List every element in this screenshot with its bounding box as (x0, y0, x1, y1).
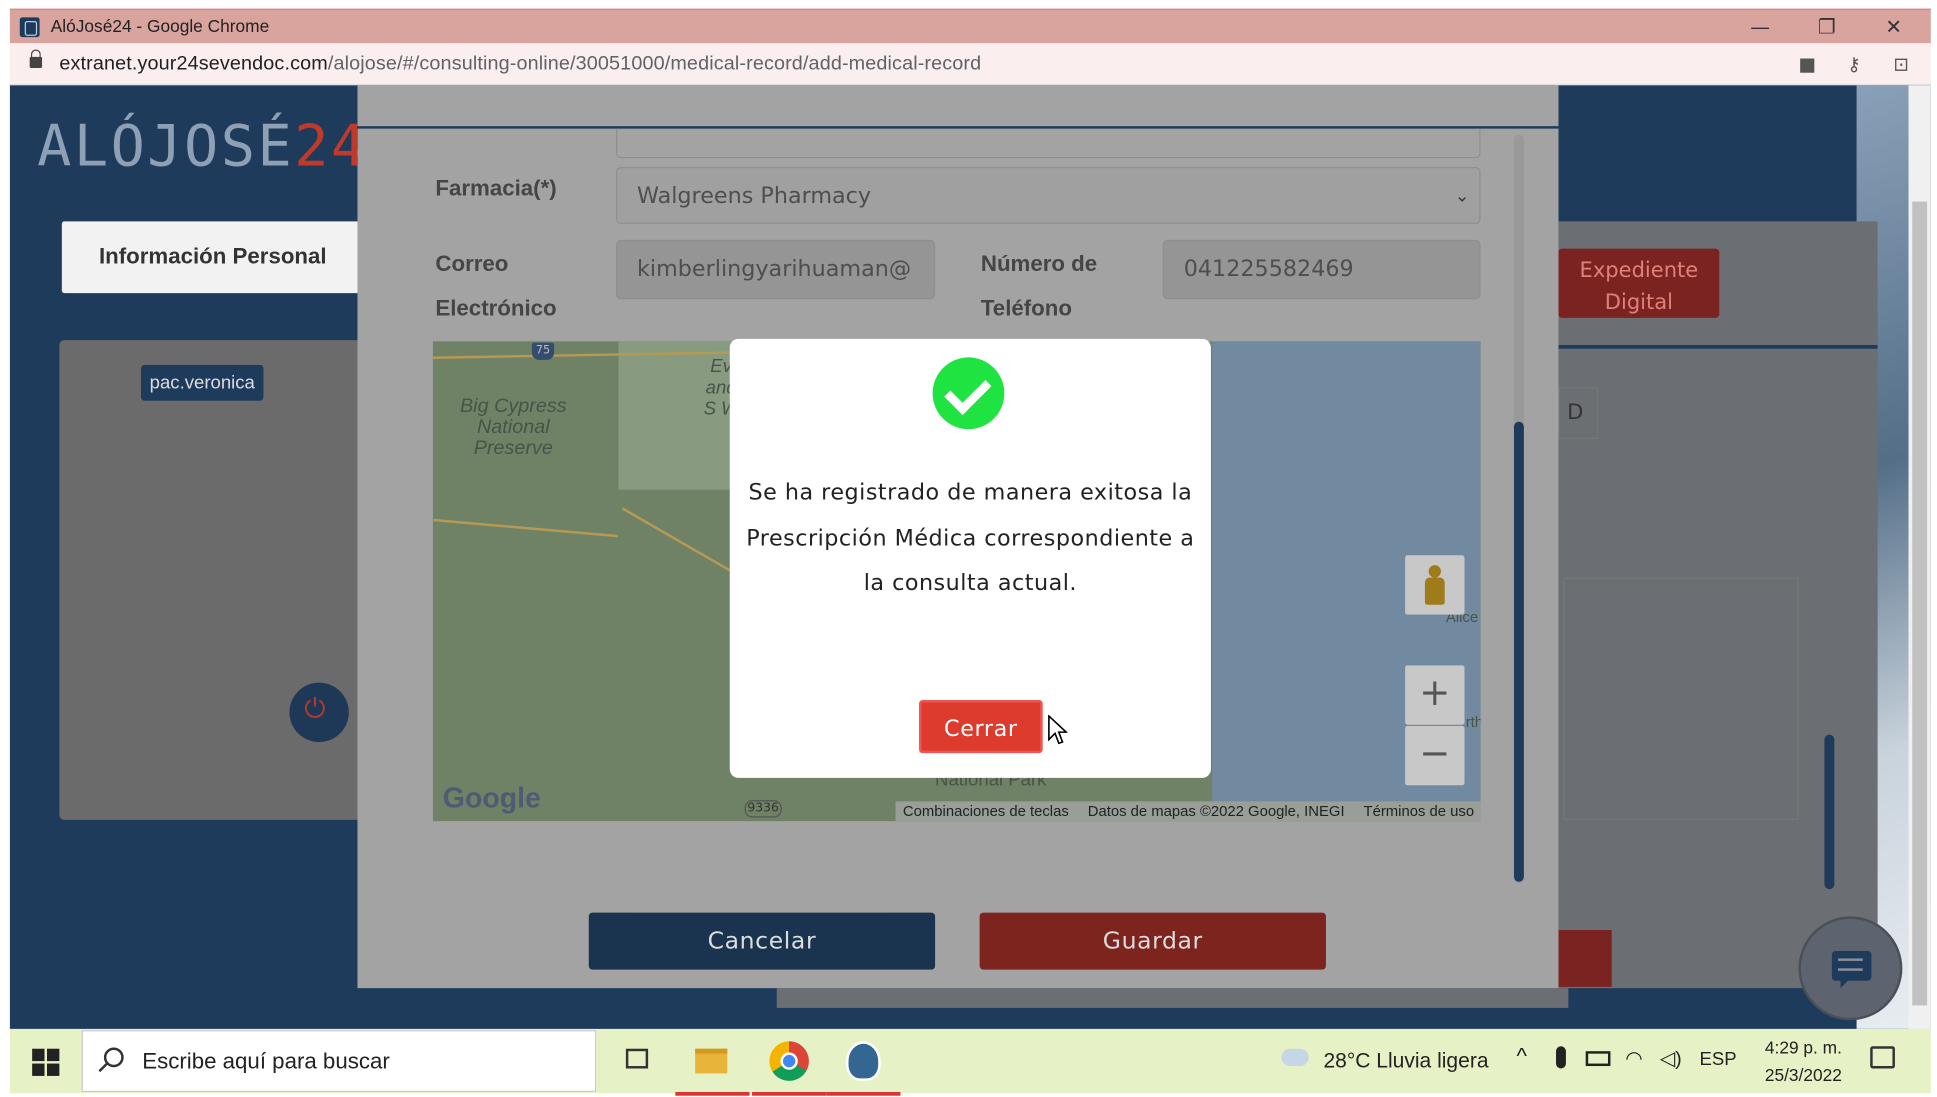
zoom-in-button[interactable]: + (1405, 665, 1465, 725)
wifi-icon[interactable]: ◠ (1625, 1046, 1642, 1071)
save-button[interactable]: Guardar (979, 912, 1326, 970)
farmacia-label: Farmacia(*) (435, 175, 557, 201)
right-panel-textarea[interactable] (1563, 577, 1799, 820)
clock-time: 4:29 p. m. (1764, 1037, 1842, 1058)
browser-scrollbar-thumb[interactable] (1912, 201, 1928, 1006)
taskbar-search-placeholder: Escribe aquí para buscar (142, 1048, 390, 1074)
close-window-button[interactable]: ✕ (1865, 12, 1922, 42)
restore-button[interactable]: ❐ (1798, 12, 1855, 42)
translate-icon[interactable]: ⊡ (1890, 53, 1912, 75)
weather-text[interactable]: 28°C Lluvia ligera (1323, 1049, 1488, 1074)
chat-lines-icon (1838, 958, 1863, 971)
chevron-up-icon[interactable]: ^ (1516, 1044, 1526, 1070)
map-data-text: Datos de mapas ©2022 Google, INEGI (1087, 802, 1345, 820)
app-favicon-icon (19, 17, 40, 38)
tab-personal-info-label: Información Personal (98, 243, 327, 269)
previous-field[interactable] (615, 128, 1481, 159)
farmacia-select[interactable]: Walgreens Pharmacy ⌄ (615, 166, 1481, 224)
search-icon (103, 1047, 124, 1068)
browser-title-bar: AlóJosé24 - Google Chrome — ❐ ✕ (9, 8, 1931, 44)
phone-field[interactable]: 041225582469 (1162, 239, 1481, 300)
email-field[interactable]: kimberlingyarihuaman@ (615, 239, 936, 300)
success-dialog: Se ha registrado de manera exitosa la Pr… (729, 338, 1211, 778)
google-logo[interactable]: Google (443, 782, 541, 815)
zoom-out-button[interactable]: − (1405, 725, 1465, 786)
notification-icon[interactable] (1870, 1046, 1895, 1069)
map-footer: Combinaciones de teclas Datos de mapas ©… (895, 801, 1481, 822)
postgres-icon[interactable] (826, 1039, 901, 1096)
route-shield-9336: 9336 (744, 800, 782, 818)
telefono-label: Número de Teléfono (980, 251, 1098, 321)
minimize-button[interactable]: — (1732, 12, 1789, 42)
close-dialog-button[interactable]: Cerrar (919, 699, 1043, 754)
url-path: /alojose/#/consulting-online/30051000/me… (327, 53, 982, 75)
right-panel-divider (1558, 345, 1878, 349)
logo-text: ALÓJOSÉ (37, 112, 295, 180)
battery-icon[interactable] (1585, 1051, 1611, 1067)
map-label-big-cypress: Big Cypress National Preserve (459, 395, 567, 459)
chevron-down-icon: ⌄ (1454, 186, 1470, 207)
right-panel-field[interactable]: D (1558, 387, 1599, 440)
farmacia-value: Walgreens Pharmacy (637, 183, 872, 210)
tab-personal-info[interactable]: Información Personal (61, 221, 372, 294)
clock[interactable]: 4:29 p. m. 25/3/2022 (1754, 1034, 1853, 1088)
right-panel-red-button[interactable] (1556, 929, 1612, 987)
speaker-icon[interactable]: ◁) (1660, 1046, 1682, 1071)
modal-scrollbar[interactable] (1513, 421, 1524, 882)
terms-link[interactable]: Términos de uso (1364, 803, 1475, 820)
language-indicator[interactable]: ESP (1700, 1049, 1737, 1070)
app-logo: ALÓJOSÉ24 (37, 113, 368, 180)
file-explorer-icon[interactable] (675, 1039, 750, 1096)
url-text[interactable]: extranet.your24sevendoc.com/alojose/#/co… (59, 53, 981, 75)
taskbar-search-input[interactable]: Escribe aquí para buscar (81, 1030, 597, 1093)
right-panel-scrollbar[interactable] (1824, 734, 1835, 890)
profile-card (59, 340, 369, 820)
task-view-icon[interactable] (614, 1039, 663, 1086)
power-icon[interactable] (289, 682, 349, 743)
correo-label: Correo Electrónico (435, 251, 557, 321)
browser-scrollbar[interactable] (1908, 85, 1931, 1029)
address-bar[interactable]: extranet.your24sevendoc.com/alojose/#/co… (9, 43, 1931, 86)
street-view-pegman-icon[interactable] (1405, 555, 1465, 615)
windows-start-icon[interactable] (32, 1048, 60, 1076)
microphone-icon[interactable] (1556, 1046, 1566, 1069)
cancel-button[interactable]: Cancelar (588, 912, 936, 970)
map-road (433, 518, 619, 538)
route-shield-75: 75 (531, 342, 555, 360)
window-title: AlóJosé24 - Google Chrome (50, 16, 270, 36)
chrome-icon[interactable] (752, 1039, 827, 1096)
url-domain: extranet.your24sevendoc.com (59, 53, 328, 75)
weather-cloud-icon[interactable] (1281, 1048, 1309, 1067)
taskbar: Escribe aquí para buscar 28°C Lluvia lig… (9, 1028, 1931, 1096)
bottom-strip (776, 988, 1569, 1008)
lock-icon[interactable] (29, 49, 43, 69)
clock-date: 25/3/2022 (1764, 1064, 1842, 1085)
expediente-digital-button[interactable]: Expediente Digital (1558, 248, 1720, 318)
key-icon[interactable]: ⚷ (1843, 53, 1865, 75)
success-check-icon (932, 357, 1005, 430)
camera-icon[interactable]: ■ (1796, 53, 1818, 75)
keyboard-shortcuts-link[interactable]: Combinaciones de teclas (903, 803, 1069, 820)
user-badge: pac.veronica (141, 364, 264, 401)
success-message: Se ha registrado de manera exitosa la Pr… (746, 479, 1195, 597)
